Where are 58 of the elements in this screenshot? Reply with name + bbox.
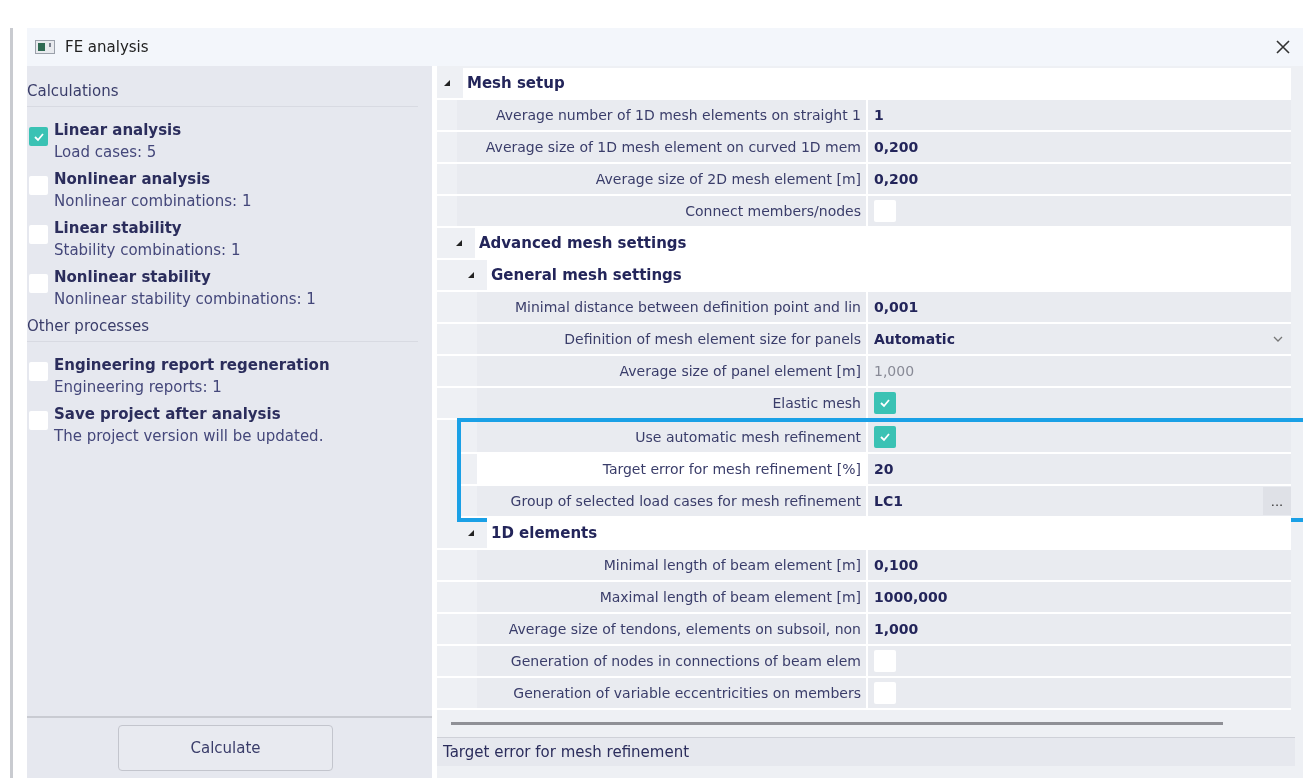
property-label: Target error for mesh refinement [%] [477, 454, 866, 484]
expand-icon[interactable] [467, 529, 475, 537]
calculation-label: Linear analysis [54, 121, 182, 139]
section-header[interactable]: Advanced mesh settings [475, 228, 1291, 258]
calculation-label: Linear stability [54, 219, 183, 237]
property-label: Average size of panel element [m] [477, 356, 866, 386]
calculation-label: Engineering report regeneration [54, 356, 330, 374]
property-label: Average size of tendons, elements on subsoil, non [477, 614, 866, 644]
status-text: Target error for mesh refinement [443, 743, 690, 761]
property-label: Generation of nodes in connections of beam elem [477, 646, 866, 676]
calculation-detail: The project version will be updated. [54, 427, 324, 445]
property-label: Average number of 1D mesh elements on straight 1 [457, 100, 866, 130]
property-label: Connect members/nodes [457, 196, 866, 226]
calculation-detail: Nonlinear combinations: 1 [54, 192, 252, 210]
checkbox[interactable] [29, 127, 48, 146]
calculation-detail: Load cases: 5 [54, 143, 158, 161]
check-icon [879, 398, 891, 408]
section-header[interactable]: 1D elements [487, 518, 1291, 548]
checkbox[interactable] [874, 392, 896, 414]
app-icon [35, 40, 55, 54]
scrollbar[interactable] [451, 722, 1223, 725]
property-label: Elastic mesh [477, 388, 866, 418]
value-field[interactable]: LC1 [874, 493, 1263, 509]
section-header[interactable]: Mesh setup [463, 68, 1291, 98]
checkbox[interactable] [29, 411, 48, 430]
property-label: Average size of 1D mesh element on curved 1D mem [457, 132, 866, 162]
property-label: Maximal length of beam element [m] [477, 582, 866, 612]
checkbox[interactable] [29, 362, 48, 381]
property-label: Use automatic mesh refinement [477, 422, 866, 452]
close-icon[interactable] [1275, 39, 1291, 55]
calculation-detail: Stability combinations: 1 [54, 241, 241, 259]
calculation-detail: Nonlinear stability combinations: 1 [54, 290, 316, 308]
check-icon [879, 432, 891, 442]
property-label: Generation of variable eccentricities on members [477, 678, 866, 708]
property-label: Average size of 2D mesh element [m] [457, 164, 866, 194]
expand-icon[interactable] [443, 79, 451, 87]
checkbox[interactable] [874, 426, 896, 448]
section-header[interactable]: General mesh settings [487, 260, 1291, 290]
group-heading: Other processes [27, 317, 418, 342]
calculation-label: Save project after analysis [54, 405, 282, 423]
property-label: Group of selected load cases for mesh refinement [477, 486, 866, 516]
property-label: Definition of mesh element size for panels [477, 324, 866, 354]
checkbox[interactable] [29, 225, 48, 244]
group-heading: Calculations [27, 82, 418, 107]
browse-button[interactable]: ... [1263, 487, 1291, 515]
checkbox[interactable] [29, 274, 48, 293]
checkbox[interactable] [29, 176, 48, 195]
window-title: FE analysis [65, 38, 150, 56]
check-icon [32, 131, 45, 142]
calculation-label: Nonlinear analysis [54, 170, 212, 188]
expand-icon[interactable] [467, 271, 475, 279]
property-label: Minimal length of beam element [m] [477, 550, 866, 580]
expand-icon[interactable] [455, 239, 463, 247]
calculation-label: Nonlinear stability [54, 268, 212, 286]
chevron-icon[interactable] [1273, 336, 1283, 342]
property-label: Minimal distance between definition point and lin [477, 292, 866, 322]
calculation-detail: Engineering reports: 1 [54, 378, 223, 396]
calculate-button[interactable]: Calculate [118, 725, 333, 771]
